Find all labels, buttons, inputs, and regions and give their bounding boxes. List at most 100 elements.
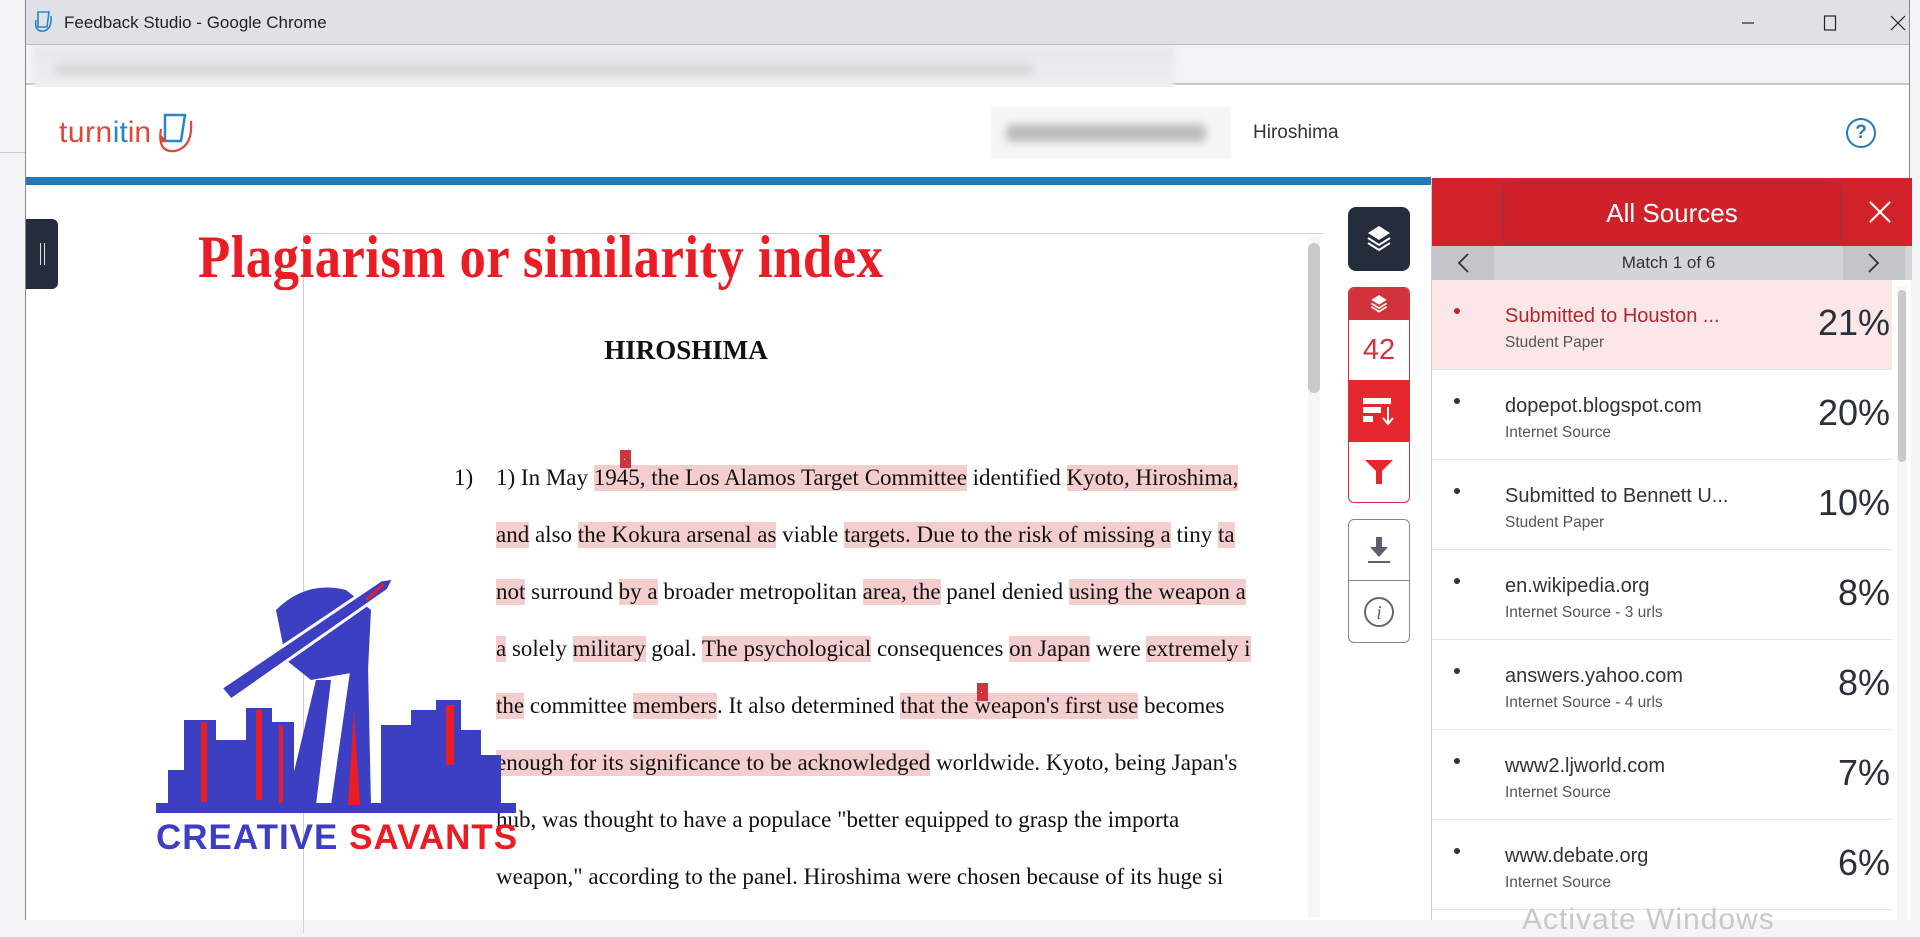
filter-button[interactable] — [1349, 442, 1409, 502]
source-percentage: 8% — [1837, 662, 1890, 703]
browser-window: Feedback Studio - Google Chrome turn it in… — [25, 0, 1912, 936]
source-percentage: 7% — [1837, 752, 1890, 793]
source-type: Internet Source — [1505, 424, 1611, 441]
document-line: and also the Kokura arsenal as viable ta… — [496, 522, 1351, 548]
window-title: Feedback Studio - Google Chrome — [64, 13, 327, 32]
source-name: Submitted to Bennett U... — [1505, 485, 1729, 507]
highlighted-match[interactable]: the Kokura arsenal as — [577, 522, 777, 548]
source-name: en.wikipedia.org — [1505, 575, 1650, 597]
highlighted-match[interactable]: targets. Due to the risk of missing a — [844, 522, 1171, 548]
highlighted-match[interactable]: ta — [1218, 522, 1235, 548]
source-name: dopepot.blogspot.com — [1505, 395, 1702, 417]
address-bar[interactable] — [26, 45, 1909, 93]
highlighted-match[interactable]: and — [496, 522, 530, 548]
previous-match-button[interactable] — [1432, 246, 1494, 280]
source-item[interactable]: dopepot.blogspot.com Internet Source 20% — [1432, 370, 1892, 460]
source-item[interactable]: Submitted to Houston ... Student Paper 2… — [1432, 280, 1892, 370]
info-icon: i — [1364, 596, 1394, 627]
logo-text-part1: turn — [59, 116, 113, 149]
turnitin-logo[interactable]: turn it in — [59, 111, 195, 155]
layers-button[interactable] — [1348, 207, 1410, 271]
source-type: Internet Source — [1505, 874, 1611, 891]
document-scrollbar[interactable] — [1308, 237, 1320, 917]
sources-scroll-thumb[interactable] — [1898, 290, 1906, 462]
highlighted-match[interactable]: Kyoto, Hiroshima, — [1066, 465, 1239, 491]
side-panel-toggle-handle[interactable] — [26, 219, 58, 289]
highlighted-match[interactable]: on Japan — [1009, 636, 1091, 662]
brand-word-savants: SAVANTS — [349, 818, 519, 857]
document-scroll-thumb[interactable] — [1308, 243, 1320, 393]
highlighted-match[interactable]: military — [572, 636, 646, 662]
document-line: the committee members. It also determine… — [496, 693, 1351, 719]
highlighted-match[interactable]: that the weapon's first use — [900, 693, 1139, 719]
activate-windows-watermark: Activate Windows — [1522, 903, 1775, 936]
source-percentage: 10% — [1817, 482, 1890, 523]
text-segment: worldwide. Kyoto, being Japan's — [930, 750, 1238, 775]
highlighted-match[interactable]: 1945, the Los Alamos Target Committee — [593, 465, 967, 491]
similarity-score[interactable]: 42 — [1349, 320, 1409, 380]
source-item[interactable]: answers.yahoo.com Internet Source - 4 ur… — [1432, 640, 1892, 730]
source-name: Submitted to Houston ... — [1505, 305, 1720, 327]
document-line: not surround by a broader metropolitan a… — [496, 579, 1351, 605]
all-sources-panel: All Sources Match 1 of 6 Submitted to Ho… — [1431, 178, 1912, 936]
document-viewer: Plagiarism or similarity index HIROSHIMA… — [26, 185, 1431, 933]
match-marker[interactable] — [620, 450, 631, 468]
highlighted-match[interactable]: enough for its significance to be acknow… — [496, 750, 931, 776]
highlighted-match[interactable]: using the weapon a — [1068, 579, 1246, 605]
sort-sources-button[interactable] — [1349, 380, 1409, 442]
minimize-button[interactable] — [1726, 8, 1770, 38]
document-heading: HIROSHIMA — [604, 335, 768, 365]
similarity-layer-button[interactable] — [1349, 288, 1409, 320]
text-segment: tiny — [1170, 522, 1219, 547]
help-button[interactable]: ? — [1846, 118, 1876, 148]
source-type: Internet Source - 3 urls — [1505, 604, 1663, 621]
close-icon — [1890, 15, 1906, 31]
source-item[interactable]: Submitted to Bennett U... Student Paper … — [1432, 460, 1892, 550]
source-name: www2.ljworld.com — [1505, 755, 1666, 777]
highlighted-match[interactable]: The psychological — [701, 636, 872, 662]
highlighted-match[interactable]: by a — [618, 579, 658, 605]
text-segment: also — [529, 522, 578, 547]
bullet-icon — [1454, 848, 1460, 854]
text-segment: panel denied — [940, 579, 1069, 604]
bullet-icon — [1454, 308, 1460, 314]
source-item[interactable]: en.wikipedia.org Internet Source - 3 url… — [1432, 550, 1892, 640]
turnitin-logo-icon — [159, 113, 193, 153]
sources-scrollbar[interactable] — [1897, 286, 1907, 920]
source-item[interactable]: www.debate.org Internet Source 6% — [1432, 820, 1892, 910]
desktop-background — [0, 0, 26, 920]
download-button[interactable] — [1349, 520, 1409, 581]
brand-word-creative: CREATIVE — [156, 818, 339, 857]
turnitin-app-icon — [34, 11, 52, 32]
highlighted-match[interactable]: extremely i — [1146, 636, 1251, 662]
text-segment: consequences — [871, 636, 1010, 661]
help-icon: ? — [1855, 122, 1867, 143]
highlighted-match[interactable]: members — [632, 693, 717, 719]
close-panel-button[interactable] — [1852, 184, 1908, 240]
source-percentage: 21% — [1817, 302, 1890, 343]
text-segment: . It also determined — [717, 693, 901, 718]
maximize-icon — [1823, 15, 1837, 31]
match-counter: Match 1 of 6 — [1621, 253, 1716, 272]
source-percentage: 6% — [1837, 842, 1890, 883]
close-window-button[interactable] — [1876, 8, 1920, 38]
bullet-icon — [1454, 758, 1460, 764]
document-line: weapon," according to the panel. Hiroshi… — [496, 864, 1351, 890]
svg-text:i: i — [1376, 602, 1382, 624]
source-type: Internet Source — [1505, 784, 1611, 801]
next-match-button[interactable] — [1843, 246, 1905, 280]
overlay-caption: Plagiarism or similarity index — [198, 224, 884, 290]
source-type: Student Paper — [1505, 514, 1605, 531]
sources-list: Submitted to Houston ... Student Paper 2… — [1432, 280, 1892, 910]
layers-icon — [1367, 226, 1391, 252]
document-line: 1) In May 1945, the Los Alamos Target Co… — [496, 465, 1351, 491]
source-item[interactable]: www2.ljworld.com Internet Source 7% — [1432, 730, 1892, 820]
info-button[interactable]: i — [1349, 581, 1409, 642]
paper-title: Hiroshima — [1253, 122, 1339, 143]
match-marker[interactable] — [977, 683, 988, 701]
chevron-left-icon — [1457, 253, 1469, 273]
source-percentage: 8% — [1837, 572, 1890, 613]
list-number: 1) — [454, 465, 474, 490]
maximize-button[interactable] — [1808, 8, 1852, 38]
highlighted-match[interactable]: area, the — [862, 579, 941, 605]
